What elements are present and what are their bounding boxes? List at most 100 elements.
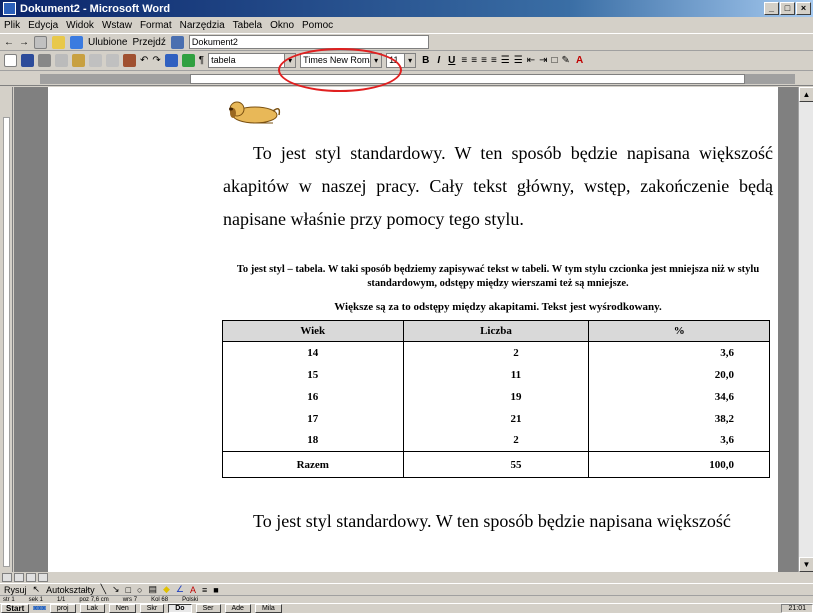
- address-field[interactable]: Dokument2: [188, 35, 429, 49]
- stop-icon[interactable]: [34, 35, 47, 49]
- vertical-ruler[interactable]: [0, 87, 13, 572]
- show-hide-icon[interactable]: ¶: [199, 55, 204, 66]
- data-table[interactable]: Wiek Liczba % 14 2 3,6 15 11 20,0 16 19 …: [222, 320, 770, 478]
- font-size-dropdown[interactable]: 11: [386, 53, 417, 68]
- menu-help[interactable]: Pomoc: [302, 20, 333, 31]
- cut-icon[interactable]: [89, 54, 102, 67]
- spelling-icon[interactable]: [72, 54, 85, 67]
- taskbar-item[interactable]: Lak: [79, 604, 105, 613]
- favorites-menu[interactable]: Ulubione: [88, 37, 127, 48]
- table-row[interactable]: 14 2 3,6: [222, 341, 770, 364]
- rectangle-icon[interactable]: □: [126, 585, 131, 595]
- font-color-button[interactable]: A: [574, 55, 585, 66]
- table-row[interactable]: 16 19 34,6: [222, 385, 770, 408]
- table-cell[interactable]: 3,6: [588, 429, 770, 452]
- table-cell[interactable]: 34,6: [588, 385, 770, 408]
- scroll-up-button[interactable]: ▲: [799, 87, 813, 102]
- select-objects-icon[interactable]: ↖: [33, 584, 41, 595]
- menu-insert[interactable]: Wstaw: [102, 20, 132, 31]
- table-style-caption-2[interactable]: Większe są za to odstępy między akapitam…: [223, 301, 773, 313]
- textbox-icon[interactable]: ▤: [148, 584, 157, 595]
- table-cell[interactable]: 20,0: [588, 363, 770, 386]
- autoshapes-menu[interactable]: Autokształty: [46, 585, 95, 595]
- back-icon[interactable]: ←: [4, 37, 14, 48]
- document-area[interactable]: To jest styl standardowy. W ten sposób b…: [14, 87, 798, 572]
- menu-format[interactable]: Format: [140, 20, 172, 31]
- menu-table[interactable]: Tabela: [233, 20, 262, 31]
- table-cell[interactable]: 2: [402, 429, 590, 452]
- table-cell[interactable]: 14: [222, 341, 404, 364]
- print-preview-icon[interactable]: [55, 54, 68, 67]
- table-cell[interactable]: 17: [222, 407, 404, 430]
- redo-icon[interactable]: ↷: [152, 55, 160, 66]
- table-header-age[interactable]: Wiek: [222, 320, 404, 342]
- font-color-draw-icon[interactable]: A: [190, 585, 196, 595]
- body-paragraph-standard-2[interactable]: To jest styl standardowy. W ten sposób b…: [223, 505, 773, 538]
- copy-icon[interactable]: [106, 54, 119, 67]
- table-cell[interactable]: 2: [402, 341, 590, 364]
- menu-tools[interactable]: Narzędzia: [180, 20, 225, 31]
- scroll-down-button[interactable]: ▼: [799, 557, 813, 572]
- taskbar-item[interactable]: Ade: [224, 604, 251, 613]
- table-header-count[interactable]: Liczba: [402, 320, 590, 342]
- menu-edit[interactable]: Edycja: [28, 20, 58, 31]
- table-cell[interactable]: 18: [222, 429, 404, 452]
- underline-button[interactable]: U: [446, 55, 457, 66]
- table-total-percent[interactable]: 100,0: [588, 451, 770, 478]
- highlight-icon[interactable]: ✎: [562, 55, 570, 66]
- taskbar-item[interactable]: Skr: [139, 604, 165, 613]
- table-total-count[interactable]: 55: [402, 451, 590, 478]
- minimize-button[interactable]: _: [764, 2, 779, 15]
- body-paragraph-standard[interactable]: To jest styl standardowy. W ten sposób b…: [223, 137, 773, 236]
- taskbar-item[interactable]: proj: [49, 604, 76, 613]
- taskbar-item[interactable]: Ser: [195, 604, 221, 613]
- table-cell[interactable]: 16: [222, 385, 404, 408]
- table-cell[interactable]: 21: [402, 407, 590, 430]
- start-button[interactable]: Start: [1, 604, 30, 613]
- dog-clipart-icon[interactable]: [223, 95, 283, 125]
- table-cell[interactable]: 15: [222, 363, 404, 386]
- taskbar-item-active[interactable]: Do: [168, 604, 192, 613]
- ruler-text-area[interactable]: [190, 74, 745, 84]
- align-center-icon[interactable]: ≡: [471, 55, 477, 66]
- table-total-row[interactable]: Razem 55 100,0: [222, 451, 770, 478]
- table-header-percent[interactable]: %: [588, 320, 770, 342]
- table-cell[interactable]: 38,2: [588, 407, 770, 430]
- home-icon[interactable]: [52, 35, 65, 49]
- taskbar-item[interactable]: Nen: [108, 604, 136, 613]
- table-row[interactable]: 18 2 3,6: [222, 429, 770, 452]
- undo-icon[interactable]: ↶: [140, 55, 148, 66]
- horizontal-ruler[interactable]: [0, 72, 813, 86]
- show-only-web-toolbar-icon[interactable]: [170, 35, 184, 49]
- style-dropdown[interactable]: tabela: [208, 53, 297, 68]
- insert-excel-icon[interactable]: [181, 54, 195, 67]
- draw-menu[interactable]: Rysuj: [4, 585, 27, 595]
- print-icon[interactable]: [38, 54, 51, 67]
- menu-file[interactable]: Plik: [4, 20, 20, 31]
- maximize-button[interactable]: □: [780, 2, 795, 15]
- save-icon[interactable]: [21, 54, 34, 67]
- table-cell[interactable]: 19: [402, 385, 590, 408]
- menu-window[interactable]: Okno: [270, 20, 294, 31]
- bold-button[interactable]: B: [420, 55, 431, 66]
- goto-menu[interactable]: Przejdź: [132, 37, 165, 48]
- search-web-icon[interactable]: [70, 35, 83, 49]
- arrow-icon[interactable]: ↘: [112, 584, 120, 595]
- paste-icon[interactable]: [123, 54, 136, 67]
- table-cell[interactable]: 3,6: [588, 341, 770, 364]
- web-layout-view-button[interactable]: [14, 573, 24, 582]
- quicklaunch-icon[interactable]: ◙◙◙: [33, 605, 46, 612]
- close-button[interactable]: ×: [796, 2, 811, 15]
- align-left-icon[interactable]: ≡: [461, 55, 467, 66]
- insert-table-icon[interactable]: [164, 54, 178, 67]
- new-document-icon[interactable]: [4, 54, 17, 67]
- menu-view[interactable]: Widok: [66, 20, 94, 31]
- print-layout-view-button[interactable]: [26, 573, 36, 582]
- table-row[interactable]: 15 11 20,0: [222, 363, 770, 386]
- line-style-icon[interactable]: ≡: [202, 585, 207, 595]
- oval-icon[interactable]: ○: [137, 585, 142, 595]
- forward-icon[interactable]: →: [19, 37, 29, 48]
- shadow-icon[interactable]: ■: [213, 585, 218, 595]
- italic-button[interactable]: I: [435, 55, 442, 66]
- decrease-indent-icon[interactable]: ⇤: [527, 55, 535, 66]
